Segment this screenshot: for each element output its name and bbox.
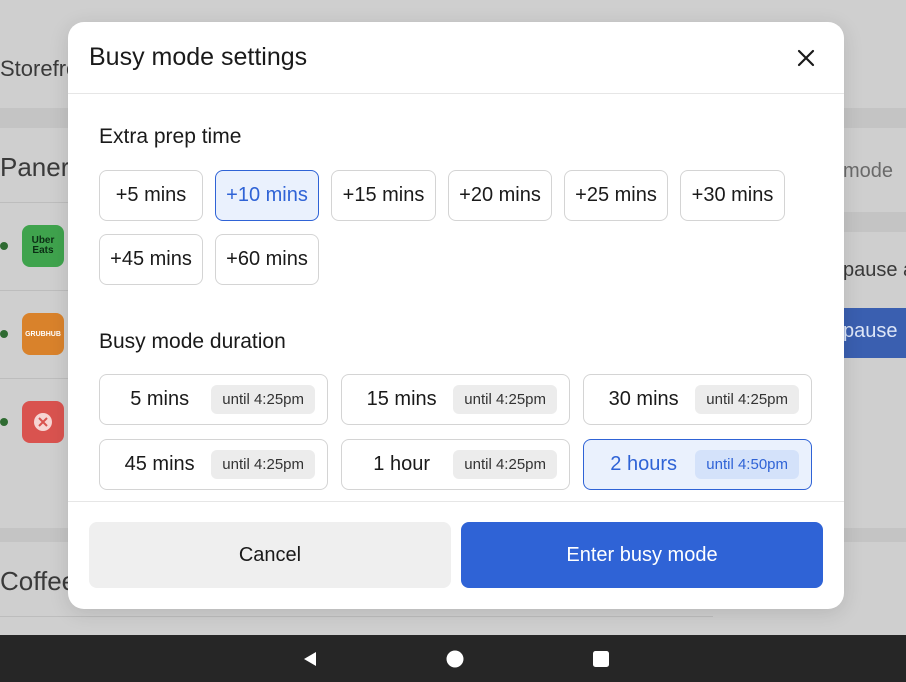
duration-option[interactable]: 15 mins until 4:25pm [341, 374, 570, 425]
modal-header: Busy mode settings [68, 22, 844, 94]
close-icon [797, 49, 815, 66]
back-icon [304, 652, 316, 666]
duration-option[interactable]: 45 mins until 4:25pm [99, 439, 328, 490]
ubereats-logo: Uber Eats [22, 225, 64, 267]
prep-option-selected[interactable]: +10 mins [215, 170, 319, 221]
duration-option[interactable]: 5 mins until 4:25pm [99, 374, 328, 425]
duration-until-badge: until 4:25pm [453, 385, 557, 414]
duration-option-selected[interactable]: 2 hours until 4:50pm [583, 439, 812, 490]
home-button[interactable] [445, 649, 465, 669]
duration-option[interactable]: 1 hour until 4:25pm [341, 439, 570, 490]
duration-label: 15 mins [366, 388, 437, 410]
pause-button[interactable]: pause [843, 308, 906, 358]
modal-title: Busy mode settings [89, 43, 308, 71]
cancel-button[interactable]: Cancel [89, 522, 451, 588]
duration-label: 2 hours [610, 453, 677, 475]
duration-until-badge: until 4:25pm [453, 450, 557, 479]
system-nav-bar [0, 635, 906, 682]
status-dot [0, 330, 8, 338]
status-dot [0, 242, 8, 250]
pause-text: pause a [843, 259, 906, 281]
busy-mode-label: mode [843, 160, 894, 182]
prep-option[interactable]: +45 mins [99, 234, 203, 285]
prep-option[interactable]: +20 mins [448, 170, 552, 221]
duration-until-badge: until 4:25pm [695, 385, 799, 414]
duration-label: 5 mins [130, 388, 190, 410]
back-button[interactable] [300, 649, 320, 669]
recents-button[interactable] [591, 649, 611, 669]
coffee-heading: Coffee [0, 566, 77, 596]
doordash-logo [22, 401, 64, 443]
grubhub-logo: GRUBHUB [22, 313, 64, 355]
prep-option[interactable]: +30 mins [680, 170, 785, 221]
duration-label: 45 mins [124, 453, 195, 475]
close-button[interactable] [790, 42, 822, 74]
status-dot [0, 418, 8, 426]
home-icon [446, 650, 464, 668]
prep-time-title: Extra prep time [99, 125, 242, 148]
duration-until-badge: until 4:25pm [211, 450, 315, 479]
duration-option[interactable]: 30 mins until 4:25pm [583, 374, 812, 425]
modal-footer: Cancel Enter busy mode [68, 501, 844, 609]
enter-busy-mode-button[interactable]: Enter busy mode [461, 522, 823, 588]
duration-until-badge: until 4:50pm [695, 450, 799, 479]
duration-label: 1 hour [373, 453, 430, 475]
prep-option[interactable]: +60 mins [215, 234, 319, 285]
prep-option[interactable]: +15 mins [331, 170, 436, 221]
busy-mode-modal: Busy mode settings Extra prep time +5 mi… [68, 22, 844, 609]
duration-until-badge: until 4:25pm [211, 385, 315, 414]
duration-title: Busy mode duration [99, 330, 286, 353]
prep-option[interactable]: +25 mins [564, 170, 668, 221]
prep-option[interactable]: +5 mins [99, 170, 203, 221]
storefront-heading: Storefro [0, 56, 79, 81]
recents-icon [593, 651, 609, 667]
modal-body: Extra prep time +5 mins +10 mins +15 min… [68, 95, 844, 501]
duration-label: 30 mins [608, 388, 679, 410]
